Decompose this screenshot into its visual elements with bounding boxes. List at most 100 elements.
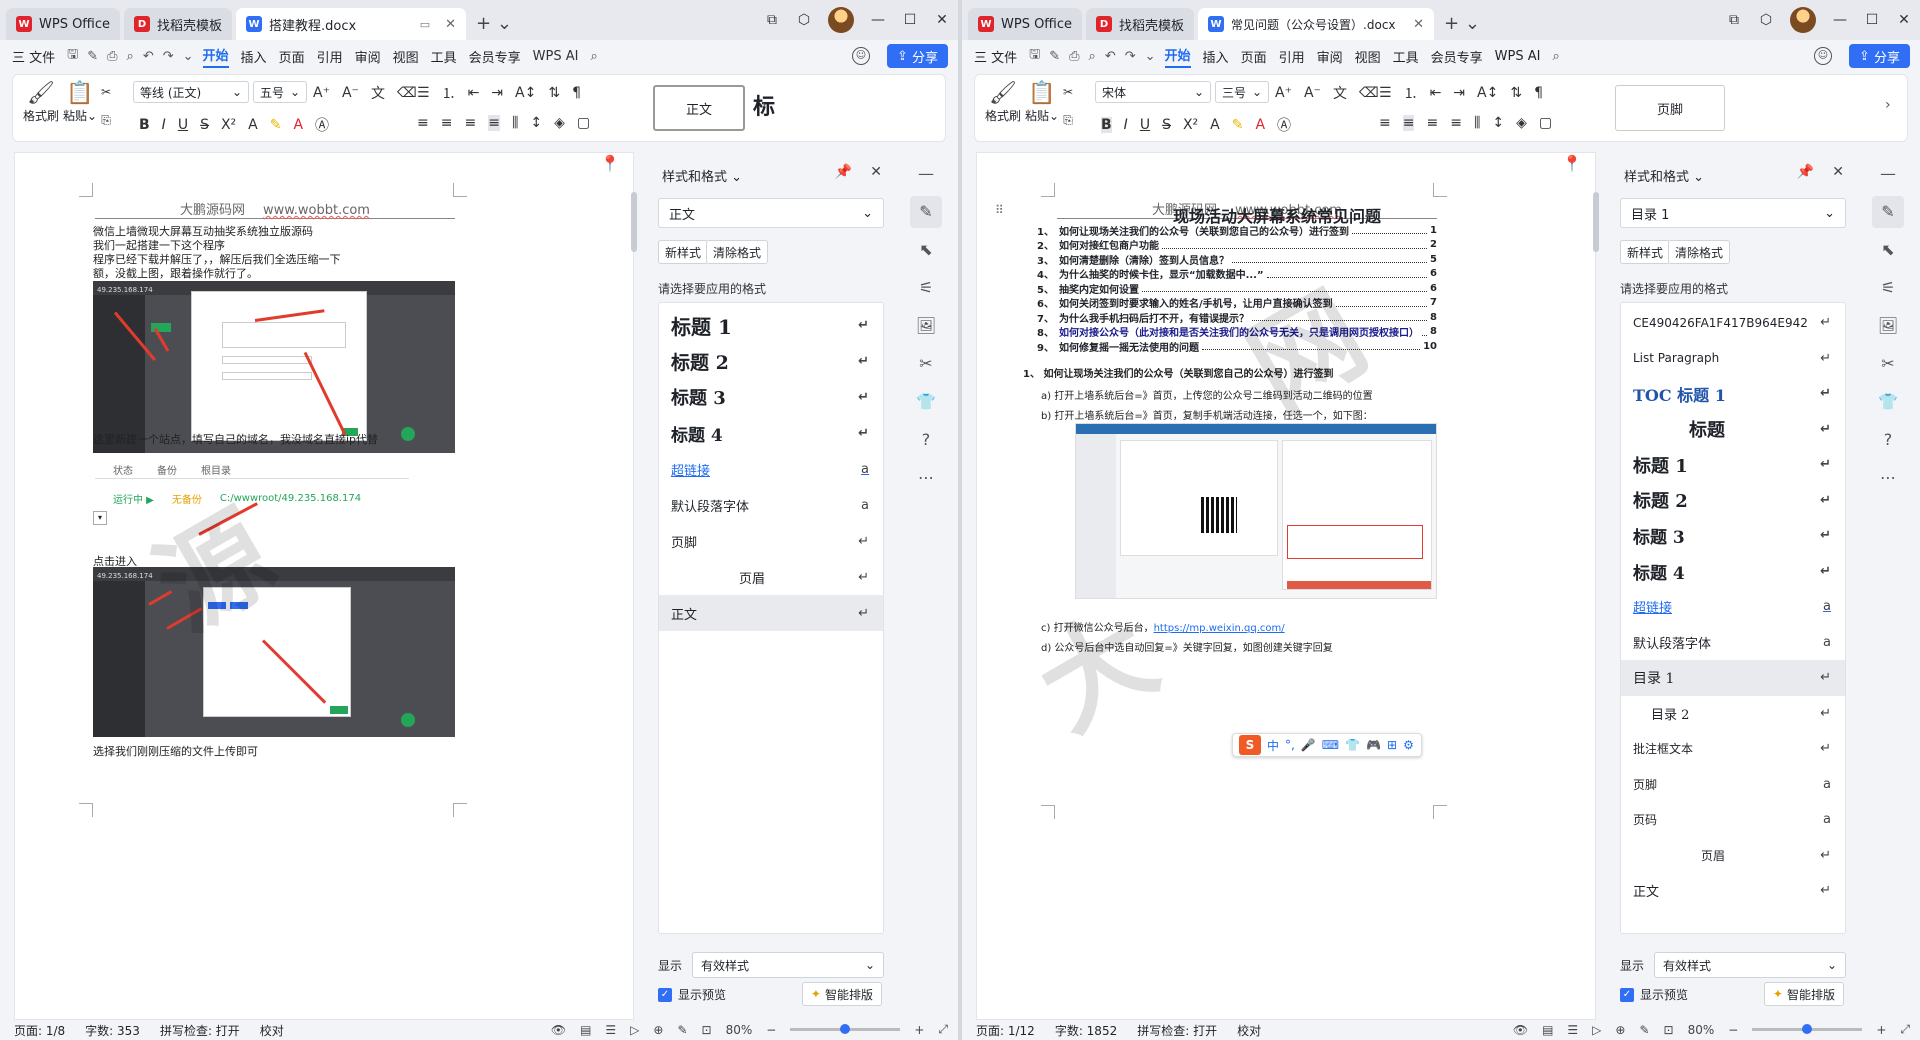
box-icon[interactable]: ⬡ [788,12,820,28]
select-icon[interactable]: ⬉ [910,234,942,266]
numbering-icon[interactable]: ⒈ [442,83,456,103]
current-style-select[interactable]: 目录 1 ⌄ [1620,198,1846,228]
pane-title[interactable]: 样式和格式 ⌄ [662,166,742,185]
close-icon[interactable]: ✕ [445,17,456,32]
toc-entry[interactable]: 7、 为什么我手机扫码后打不开，有错误提示？ 8 [1037,310,1437,325]
zoom-in-icon[interactable]: + [1876,1023,1886,1037]
pane-title[interactable]: 样式和格式 ⌄ [1624,166,1704,185]
paste-button[interactable]: 📋 粘贴⌄ [1025,81,1059,124]
line-spacing-icon[interactable]: ↕ [530,115,542,131]
keyboard-icon[interactable]: ⌨ [1322,738,1339,752]
zoom-level[interactable]: 80% [726,1023,753,1037]
menu-tools[interactable]: 工具 [1393,47,1419,66]
outline-icon[interactable]: ☰ [605,1023,616,1037]
feedback-icon[interactable]: ☺ [1814,47,1832,65]
toc-entry[interactable]: 5、 抽奖内定如何设置 6 [1037,281,1437,296]
tab-document[interactable]: W 搭建教程.docx ▭ ✕ [236,8,467,40]
image-edit-icon[interactable]: 🖼 [1872,310,1904,342]
maximize-icon[interactable]: ☐ [1856,12,1888,28]
format-painter-button[interactable]: 🖌 格式刷 [23,81,59,124]
tab-wps-office[interactable]: W WPS Office [6,8,121,40]
menu-reference[interactable]: 引用 [317,47,343,66]
align-right-icon[interactable]: ≡ [464,115,476,131]
numbering-icon[interactable]: ⒈ [1404,83,1418,103]
bold-icon[interactable]: B [139,117,150,133]
maximize-icon[interactable]: ☐ [894,12,926,28]
clear-format-icon[interactable]: ⌫ [397,85,417,101]
clear-format-button[interactable]: 清除格式 [706,240,769,264]
word-count[interactable]: 字数: 353 [85,1022,140,1039]
more-icon[interactable]: ⋯ [1872,462,1904,494]
style-item[interactable]: 正文 ↵ [1621,873,1845,909]
anchor-dropdown[interactable]: ▾ [93,511,107,525]
eye-icon[interactable]: 👁 [551,1023,566,1037]
feedback-icon[interactable]: ☺ [852,47,870,65]
style-preview-normal[interactable]: 正文 [653,85,745,131]
more-icon[interactable]: ⌄ [183,49,194,64]
sort-icon[interactable]: ⇅ [1510,85,1522,101]
document-page[interactable]: 大鹏源码网 www.wobbt.com 微信上墙微现大屏幕互动抽奖系统独立版源码 … [14,152,634,1020]
outdent-icon[interactable]: ⇤ [468,85,480,101]
web-icon[interactable]: ⊕ [653,1023,663,1037]
tools-icon[interactable]: ✂ [910,348,942,380]
italic-icon[interactable]: I [162,117,166,133]
fullscreen-icon[interactable]: ⤢ [1900,1022,1910,1037]
toc-entry[interactable]: 8、 如何对接公众号（此对接和是否关注我们的公众号无关，只是调用网页授权接口） 8 [1037,325,1437,339]
tab-display-icon[interactable]: ▭ [420,18,430,31]
text-direction-icon[interactable]: A↕ [1477,85,1498,101]
style-item[interactable]: 目录 2 ↵ [1621,696,1845,732]
proofread[interactable]: 校对 [260,1022,284,1039]
drag-handle-icon[interactable]: ⠿ [995,203,1004,217]
show-marks-icon[interactable]: ¶ [1534,85,1543,101]
distribute-icon[interactable]: ⫼ [1474,115,1480,131]
menu-insert[interactable]: 插入 [1203,47,1229,66]
redo-icon[interactable]: ↷ [1125,49,1136,64]
location-pin-icon[interactable]: 📍 [596,154,624,178]
zoom-out-icon[interactable]: − [766,1023,776,1037]
edit-icon[interactable]: ✎ [910,196,942,228]
style-item[interactable]: 标题 4 ↵ [1621,554,1845,590]
menu-page[interactable]: 页面 [1241,47,1267,66]
zoom-in-icon[interactable]: + [914,1023,924,1037]
font-color-icon[interactable]: A [1255,117,1265,133]
tools-icon[interactable]: ✂ [1872,348,1904,380]
adjust-icon[interactable]: ⚟ [1872,272,1904,304]
menu-review[interactable]: 审阅 [355,47,381,66]
style-item[interactable]: 默认段落字体 a [1621,625,1845,661]
phonetic-icon[interactable]: 文 [371,83,385,103]
style-item[interactable]: CE490426FA1F417B964E942 ↵ [1621,305,1845,341]
minimize-icon[interactable]: — [862,12,894,28]
show-filter-select[interactable]: 有效样式 ⌄ [692,952,885,978]
ime-punct[interactable]: °, [1285,738,1295,752]
box-icon[interactable]: ⬡ [1750,12,1782,28]
new-tab-button[interactable]: + ⌄ [470,13,518,40]
style-item[interactable]: 标题 2 ↵ [659,343,883,379]
menu-page[interactable]: 页面 [279,47,305,66]
pin-icon[interactable]: 📌 [1797,164,1814,180]
justify-icon[interactable]: ≡ [488,115,500,131]
sort-icon[interactable]: ⇅ [548,85,560,101]
outdent-icon[interactable]: ⇤ [1430,85,1442,101]
zoom-level[interactable]: 80% [1688,1023,1715,1037]
toc-entry[interactable]: 6、 如何关闭签到时要求输入的姓名/手机号，让用户直接确认签到 7 [1037,296,1437,310]
pin-icon[interactable]: 📌 [835,164,852,180]
toc-entry[interactable]: 9、 如何修复摇一摇无法使用的问题 10 [1037,339,1437,354]
bullets-icon[interactable]: ☰ [417,85,430,101]
style-item-selected[interactable]: 正文 ↵ [659,595,883,631]
page-indicator[interactable]: 页面: 1/8 [14,1022,65,1039]
tab-docer[interactable]: D 找稻壳模板 [1086,8,1195,40]
menu-wps-ai[interactable]: WPS AI [533,49,579,64]
style-item[interactable]: 页眉 ↵ [659,559,883,595]
tab-docer[interactable]: D 找稻壳模板 [124,8,233,40]
save-icon[interactable]: 🖫 [1029,45,1040,67]
adjust-icon[interactable]: ⚟ [910,272,942,304]
ime-lang[interactable]: 中 [1267,737,1279,754]
superscript-icon[interactable]: X² [221,117,236,133]
show-preview-checkbox[interactable]: ✓ 显示预览 [658,986,726,1003]
fit-icon[interactable]: ⊡ [1664,1023,1674,1037]
help-icon[interactable]: ? [1872,424,1904,456]
pen-icon[interactable]: ✎ [677,1023,687,1037]
strikethrough-icon[interactable]: S̶ [200,117,209,133]
more-icon[interactable]: ⋯ [910,462,942,494]
align-left-icon[interactable]: ≡ [1379,115,1391,131]
